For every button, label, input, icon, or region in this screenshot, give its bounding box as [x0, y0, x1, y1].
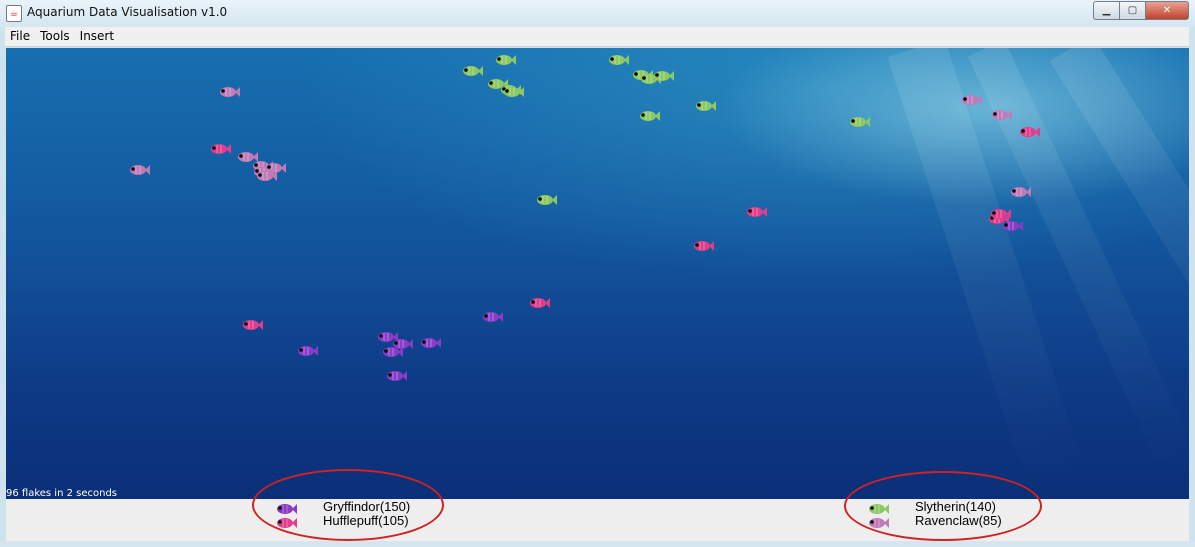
hufflepuff-fish	[1018, 126, 1040, 138]
gryffindor-fish	[419, 337, 441, 349]
slytherin-fish	[607, 54, 629, 66]
window-title: Aquarium Data Visualisation v1.0	[27, 5, 228, 19]
hufflepuff-fish	[241, 319, 263, 331]
gryffindor-fish	[296, 345, 318, 357]
hufflepuff-fish	[989, 208, 1011, 220]
slytherin-fish	[502, 86, 524, 98]
light-ray	[887, 48, 1087, 495]
slytherin-fish	[694, 100, 716, 112]
hufflepuff-fish	[692, 240, 714, 252]
gryffindor-fish	[381, 346, 403, 358]
menu-tools[interactable]: Tools	[35, 27, 75, 46]
ravenclaw-fish	[218, 86, 240, 98]
hufflepuff-fish	[209, 143, 231, 155]
highlight-oval-right	[844, 471, 1042, 541]
gryffindor-fish	[481, 311, 503, 323]
aquarium-canvas[interactable]: 96 flakes in 2 seconds	[6, 48, 1189, 499]
ravenclaw-fish	[960, 94, 982, 106]
slytherin-fish	[494, 54, 516, 66]
gryffindor-fish	[385, 370, 407, 382]
maximize-button[interactable]: ▢	[1119, 1, 1145, 20]
ravenclaw-fish	[990, 109, 1012, 121]
slytherin-fish	[652, 70, 674, 82]
window-bottom-border	[0, 541, 1195, 547]
minimize-button[interactable]: ▁	[1093, 1, 1119, 20]
hufflepuff-fish	[528, 297, 550, 309]
close-button[interactable]: ✕	[1145, 1, 1189, 20]
menu-insert[interactable]: Insert	[75, 27, 119, 46]
slytherin-fish	[461, 65, 483, 77]
close-icon: ✕	[1162, 5, 1172, 16]
title-bar[interactable]: ☕ Aquarium Data Visualisation v1.0 ▁ ▢ ✕	[0, 0, 1195, 27]
hufflepuff-fish	[745, 206, 767, 218]
java-app-icon: ☕	[6, 5, 22, 22]
slytherin-fish	[848, 116, 870, 128]
menu-bar: File Tools Insert	[5, 27, 1189, 47]
ravenclaw-fish	[1009, 186, 1031, 198]
maximize-icon: ▢	[1127, 5, 1138, 16]
gryffindor-fish	[1001, 220, 1023, 232]
ravenclaw-fish	[128, 164, 150, 176]
window-controls: ▁ ▢ ✕	[1093, 1, 1189, 20]
menu-file[interactable]: File	[5, 27, 35, 46]
slytherin-fish	[638, 110, 660, 122]
minimize-icon: ▁	[1102, 5, 1111, 16]
highlight-oval-left	[252, 469, 444, 541]
slytherin-fish	[535, 194, 557, 206]
flakes-status: 96 flakes in 2 seconds	[6, 488, 118, 499]
ravenclaw-fish	[255, 170, 277, 182]
